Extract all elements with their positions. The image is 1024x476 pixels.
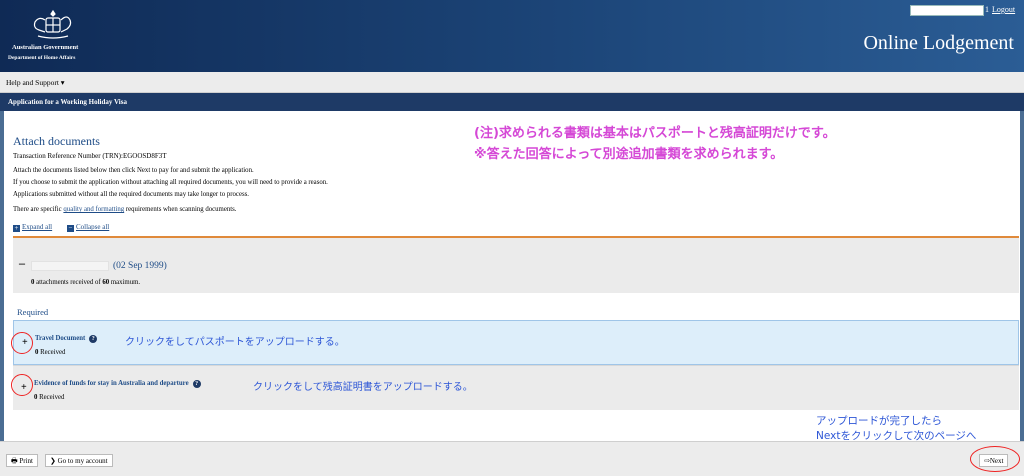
travel-document-link[interactable]: Travel Document?: [35, 335, 98, 343]
application-bar: Application for a Working Holiday Visa: [0, 93, 1024, 111]
coat-of-arms-icon: [33, 9, 72, 39]
gov-line-1: Australian Government: [12, 44, 79, 51]
chevron-right-icon: ❯: [50, 457, 56, 465]
specific-requirements-text: There are specific quality and formattin…: [13, 206, 236, 213]
gov-line-2: Department of Home Affairs: [8, 55, 76, 61]
print-button[interactable]: 🖶 Print: [6, 454, 38, 467]
go-to-my-account-button[interactable]: ❯ Go to my account: [45, 454, 113, 467]
logout-link[interactable]: Logout: [992, 5, 1015, 14]
collapse-applicant-toggle[interactable]: –: [19, 256, 25, 271]
app-title: Online Lodgement: [863, 32, 1014, 54]
instruction-line-3: Applications submitted without all the r…: [13, 191, 249, 198]
instruction-line-1: Attach the documents listed below then c…: [13, 167, 254, 174]
go-to-account-label: Go to my account: [57, 457, 108, 465]
menu-bar: Help and Support ▾: [0, 72, 1024, 93]
user-suffix: 1: [985, 5, 989, 14]
applicant-section: – (02 Sep 1999) 0 attachments received o…: [13, 238, 1019, 293]
page-title: Attach documents: [13, 134, 100, 148]
main-content: Attach documents Transaction Reference N…: [0, 111, 1024, 442]
minus-box-icon: −: [67, 224, 74, 232]
help-icon[interactable]: ?: [192, 380, 201, 388]
highlight-circle-funds: [11, 374, 33, 396]
help-and-support-menu[interactable]: Help and Support ▾: [6, 78, 65, 87]
funds-document-link[interactable]: Evidence of funds for stay in Australia …: [34, 380, 201, 388]
footer-bar: 🖶 Print ❯ Go to my account ⇨Next: [0, 441, 1024, 476]
quality-formatting-link[interactable]: quality and formatting: [63, 206, 124, 213]
annotation-note-2: ※答えた回答によって別途追加書類を求められます。: [474, 147, 784, 162]
specific-post: requirements when scanning documents.: [124, 206, 237, 213]
travel-document-label: Travel Document: [35, 335, 86, 342]
print-label: Print: [19, 457, 33, 465]
user-name-field: [910, 5, 984, 16]
travel-document-received: 0 Received: [35, 349, 65, 356]
document-row-funds: + Evidence of funds for stay in Australi…: [13, 365, 1019, 410]
funds-document-label: Evidence of funds for stay in Australia …: [34, 380, 189, 387]
trn-text: Transaction Reference Number (TRN):EGOOS…: [13, 152, 167, 160]
site-header: Australian Government Department of Home…: [0, 0, 1024, 72]
attachment-count: 0 attachments received of 60 maximum.: [31, 279, 140, 286]
annotation-note-1: (注)求められる書類は基本はパスポートと残高証明だけです。: [474, 126, 836, 141]
document-row-travel: + Travel Document? 0 Received クリックをしてパスポ…: [13, 320, 1019, 365]
collapse-all-link[interactable]: − Collapse all: [67, 223, 109, 232]
printer-icon: 🖶: [11, 457, 18, 465]
annotation-travel-upload: クリックをしてパスポートをアップロードする。: [125, 337, 345, 348]
received-count: 0: [34, 394, 38, 401]
received-label: Received: [40, 349, 66, 356]
annotation-funds-upload: クリックをして残高証明書をアップロードする。: [253, 382, 473, 393]
required-heading: Required: [17, 307, 49, 317]
received-count: 0: [35, 349, 39, 356]
attach-mid: attachments received of: [34, 279, 103, 286]
expand-all-label: Expand all: [22, 223, 53, 231]
help-icon[interactable]: ?: [89, 335, 98, 343]
highlight-circle-next: [970, 446, 1020, 472]
application-title: Application for a Working Holiday Visa: [8, 98, 127, 106]
applicant-name-redacted: [31, 261, 109, 271]
specific-pre: There are specific: [13, 206, 64, 213]
expand-all-link[interactable]: + Expand all: [13, 223, 52, 232]
applicant-dob: (02 Sep 1999): [113, 261, 167, 271]
plus-box-icon: +: [13, 224, 20, 232]
annotation-next-line-1: アップロードが完了したら: [816, 415, 942, 427]
received-label: Received: [39, 394, 65, 401]
collapse-all-label: Collapse all: [76, 223, 110, 231]
funds-document-received: 0 Received: [34, 394, 64, 401]
attach-end: maximum.: [109, 279, 141, 286]
highlight-circle-travel: [11, 332, 33, 354]
instruction-line-2: If you choose to submit the application …: [13, 179, 328, 186]
